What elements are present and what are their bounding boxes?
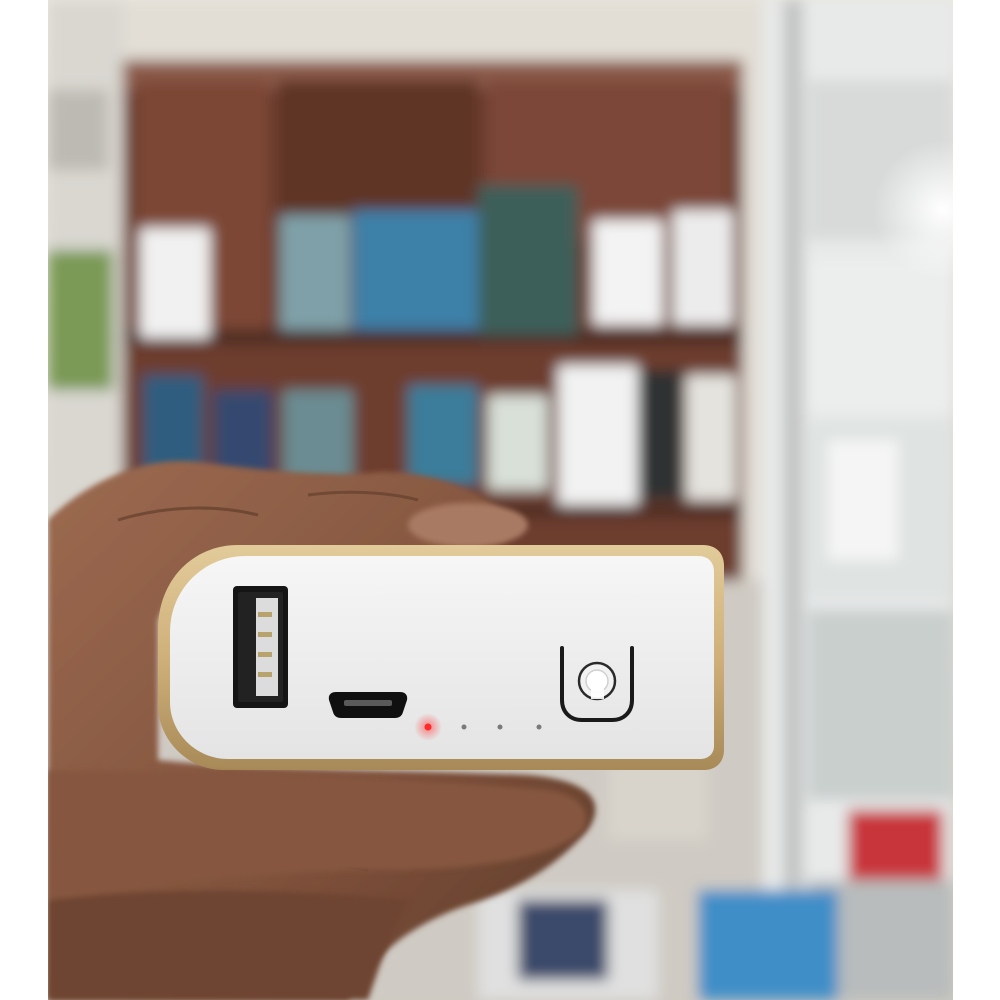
store-background [48,0,953,1000]
led-1-lit [424,723,432,731]
micro-usb-port-icon [328,692,408,718]
power-bank [158,545,724,770]
led-2 [461,724,467,730]
scene-svg [48,0,953,1000]
led-4 [536,724,542,730]
left-margin [0,0,48,1000]
led-3 [497,724,503,730]
power-icon [577,661,617,701]
usb-port-icon [233,586,288,708]
product-photo [0,0,1000,1000]
right-margin [953,0,1000,1000]
